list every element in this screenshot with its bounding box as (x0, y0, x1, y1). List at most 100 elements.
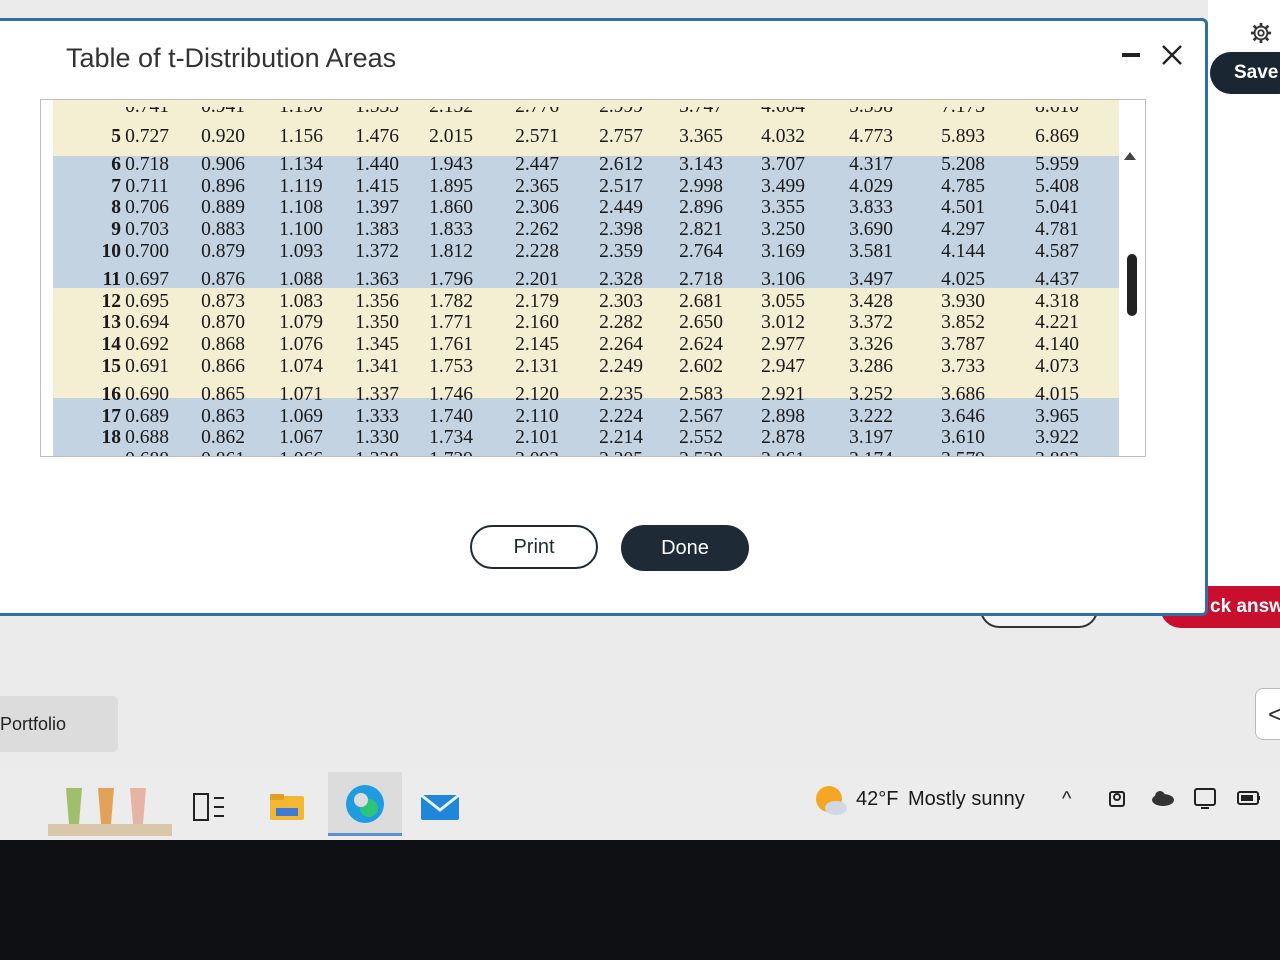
table-cell: 2.681 (679, 290, 723, 312)
table-cell: 1.083 (279, 290, 323, 312)
table-cell: 4.025 (941, 268, 985, 290)
table-cell: 3.355 (761, 197, 805, 219)
table-cell: 2.101 (515, 427, 559, 449)
table-cell: 0.703 (125, 219, 169, 241)
table-cell: 2.624 (679, 334, 723, 356)
table-cell-partial: 2.093 (501, 449, 573, 456)
table-cell: 2.145 (515, 334, 559, 356)
weather-sun-cloud-icon[interactable] (812, 784, 848, 816)
meet-now-icon[interactable] (1106, 786, 1132, 810)
weather-temperature[interactable]: 42°F (856, 788, 898, 811)
portfolio-tab[interactable]: Portfolio (0, 696, 118, 752)
table-cell: 2.517 (599, 175, 643, 197)
save-button[interactable]: Save (1210, 52, 1280, 94)
table-cell: 3.965 (1035, 405, 1079, 427)
gear-icon[interactable] (1250, 22, 1272, 44)
table-cell: 1.363 (355, 268, 399, 290)
table-cell: 1.079 (279, 312, 323, 334)
onedrive-cloud-icon[interactable] (1150, 786, 1176, 810)
table-cell: 0.906 (201, 153, 245, 175)
weather-description[interactable]: Mostly sunny (908, 788, 1025, 811)
table-cell: 1.833 (429, 219, 473, 241)
table-cell: 1.383 (355, 219, 399, 241)
scrollbar-thumb[interactable] (1127, 254, 1137, 316)
table-cell: 0.866 (201, 356, 245, 377)
table-cell: 4.318 (1035, 290, 1079, 312)
close-icon[interactable] (1160, 43, 1184, 67)
table-cell: 0.727 (125, 126, 169, 147)
table-cell: 2.306 (515, 197, 559, 219)
table-cell-partial: 1.328 (341, 449, 413, 456)
table-cell: 1.753 (429, 356, 473, 377)
table-cell: 2.398 (599, 219, 643, 241)
table-cell: 4.015 (1035, 383, 1079, 405)
table-cell: 2.878 (761, 427, 805, 449)
chevron-left-icon[interactable]: < (1255, 688, 1280, 740)
table-cell: 4.032 (761, 126, 805, 147)
table-cell: 0.862 (201, 427, 245, 449)
table-cell: 3.143 (679, 153, 723, 175)
table-cell: 0.896 (201, 175, 245, 197)
table-cell: 2.303 (599, 290, 643, 312)
table-cell: 0.695 (125, 290, 169, 312)
table-cell: 4.437 (1035, 268, 1079, 290)
table-cell: 0.889 (201, 197, 245, 219)
table-cell: 2.214 (599, 427, 643, 449)
table-cell: 0.692 (125, 334, 169, 356)
table-cell: 2.898 (761, 405, 805, 427)
edge-taskbar-button[interactable] (328, 772, 402, 836)
table-cell-partial: 1.066 (265, 449, 337, 456)
table-cell: 1.341 (355, 356, 399, 377)
t-table-scroll-area[interactable]: 0.741 0.941 1.190 1.533 2.132 2.776 2.999 3.747… (40, 99, 1146, 457)
table-cell: 4.029 (849, 175, 893, 197)
table-cell: 2.718 (679, 268, 723, 290)
done-button[interactable]: Done (621, 525, 749, 571)
mail-icon[interactable] (420, 792, 460, 822)
tray-overflow-icon[interactable]: ^ (1062, 788, 1071, 811)
table-cell: 3.365 (679, 126, 723, 147)
table-cell: 4.785 (941, 175, 985, 197)
table-cell: 2.977 (761, 334, 805, 356)
display-icon[interactable] (1192, 786, 1218, 810)
file-explorer-icon[interactable] (268, 792, 306, 822)
table-cell: 0.863 (201, 405, 245, 427)
table-cell: 4.073 (1035, 356, 1079, 377)
print-button[interactable]: Print (470, 525, 598, 569)
task-view-icon[interactable] (192, 792, 226, 822)
battery-icon[interactable] (1236, 786, 1262, 810)
table-cell: 2.235 (599, 383, 643, 405)
table-cell: 4.140 (1035, 334, 1079, 356)
table-cell: 3.428 (849, 290, 893, 312)
table-cell: 1.093 (279, 241, 323, 262)
table-cell: 0.691 (125, 356, 169, 377)
table-cell: 1.076 (279, 334, 323, 356)
table-cell: 2.264 (599, 334, 643, 356)
table-cell: 1.074 (279, 356, 323, 377)
drinks-widget-icon[interactable] (48, 776, 172, 836)
scroll-up-arrow-icon[interactable] (1124, 152, 1136, 160)
table-cell-partial: 0.688 (111, 449, 183, 456)
table-cell-partial: 3.579 (927, 449, 999, 456)
table-cell: 2.821 (679, 219, 723, 241)
table-cell-partial: 2.539 (665, 449, 737, 456)
table-cell: 1.397 (355, 197, 399, 219)
table-cell: 2.160 (515, 312, 559, 334)
minimize-icon[interactable] (1122, 53, 1140, 57)
table-cell: 0.706 (125, 197, 169, 219)
table-cell: 2.262 (515, 219, 559, 241)
table-cell: 3.686 (941, 383, 985, 405)
table-cell: 1.761 (429, 334, 473, 356)
table-cell: 0.883 (201, 219, 245, 241)
table-cell: 0.688 (125, 427, 169, 449)
table-cell: 0.690 (125, 383, 169, 405)
screen-bezel (0, 840, 1280, 960)
table-cell: 2.602 (679, 356, 723, 377)
table-cell: 1.069 (279, 405, 323, 427)
table-cell: 3.707 (761, 153, 805, 175)
table-cell: 0.870 (201, 312, 245, 334)
table-cell: 4.773 (849, 126, 893, 147)
table-cell: 1.771 (429, 312, 473, 334)
table-cell: 2.328 (599, 268, 643, 290)
table-cell-partial: 3.883 (1021, 449, 1093, 456)
table-cell: 3.197 (849, 427, 893, 449)
